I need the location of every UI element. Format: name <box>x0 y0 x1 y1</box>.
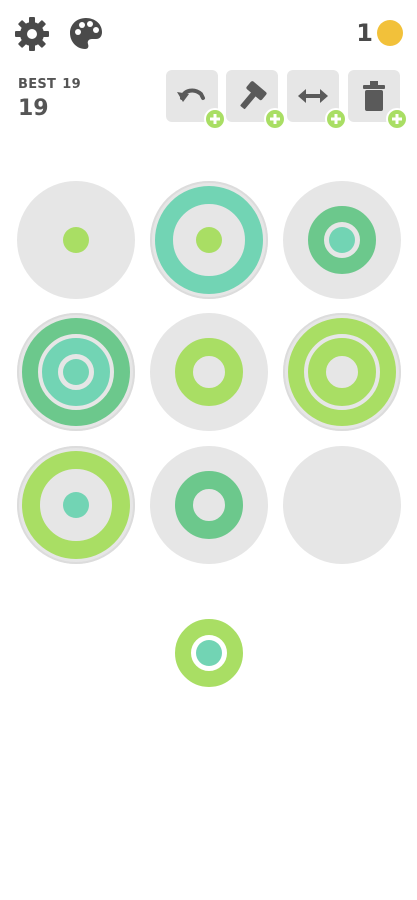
board-cell-1-1[interactable] <box>17 181 135 299</box>
best-score: BEST 19 <box>18 77 87 92</box>
add-trash-plus-icon[interactable] <box>386 108 408 130</box>
small-dot <box>63 492 89 518</box>
best-value: 19 <box>62 77 81 92</box>
next-piece[interactable] <box>175 619 243 687</box>
undo-button[interactable] <box>166 70 226 130</box>
coin-icon <box>377 20 403 46</box>
coin-count: 1 <box>356 19 373 47</box>
board-cell-2-2[interactable] <box>150 313 268 431</box>
swap-button[interactable] <box>287 70 347 130</box>
hammer-icon <box>240 81 267 110</box>
add-swap-plus-icon[interactable] <box>325 108 347 130</box>
small-dot <box>63 227 89 253</box>
board-cell-3-1[interactable] <box>17 446 135 564</box>
medium-ring <box>308 338 376 406</box>
add-undo-plus-icon[interactable] <box>204 108 226 130</box>
next-small-dot <box>196 640 222 666</box>
small-dot <box>196 227 222 253</box>
board-cell-2-1[interactable] <box>17 313 135 431</box>
small-dot <box>63 359 89 385</box>
current-score: 19 <box>18 96 49 121</box>
palette-icon[interactable] <box>66 14 106 54</box>
small-dot <box>329 227 355 253</box>
coin-counter: 1 <box>356 16 403 50</box>
best-label: BEST <box>18 77 57 92</box>
board-cell-3-2[interactable] <box>150 446 268 564</box>
hammer-button[interactable] <box>226 70 286 130</box>
trash-button[interactable] <box>348 70 408 130</box>
medium-ring <box>175 338 243 406</box>
board-cell-3-3[interactable] <box>283 446 401 564</box>
board-cell-1-2[interactable] <box>150 181 268 299</box>
medium-ring <box>175 471 243 539</box>
board-cell-1-3[interactable] <box>283 181 401 299</box>
undo-icon <box>177 88 205 102</box>
swap-arrows-icon <box>298 89 328 103</box>
trash-icon <box>363 81 385 111</box>
settings-gear-icon[interactable] <box>12 14 52 54</box>
board-cell-2-3[interactable] <box>283 313 401 431</box>
add-hammer-plus-icon[interactable] <box>264 108 286 130</box>
